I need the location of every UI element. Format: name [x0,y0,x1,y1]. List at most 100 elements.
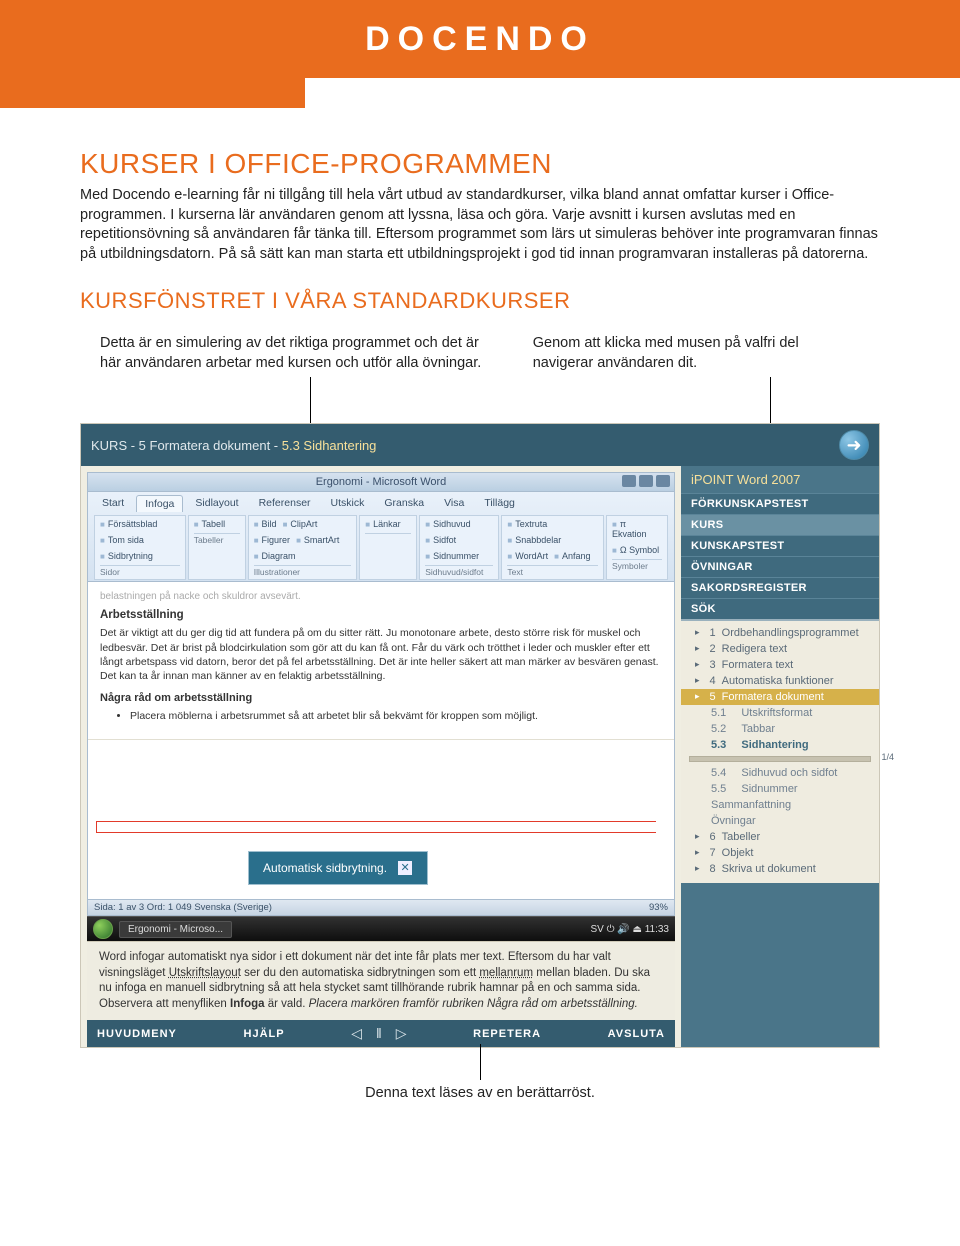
btn-anfang[interactable]: Anfang [554,551,590,561]
btn-smartart[interactable]: SmartArt [296,535,339,545]
forward-button[interactable]: ➜ [839,430,869,460]
footer-huvudmeny[interactable]: HUVUDMENY [97,1028,177,1040]
group-label-symboler: Symboler [612,559,662,571]
maximize-icon[interactable] [639,475,653,487]
tab-referenser[interactable]: Referenser [251,495,319,512]
pause-icon[interactable]: ‖ [376,1025,382,1042]
btn-figurer[interactable]: Figurer [254,535,290,545]
word-title-bar: Ergonomi - Microsoft Word [87,472,675,492]
rewind-icon[interactable]: ◁ [351,1025,362,1042]
tab-utskick[interactable]: Utskick [323,495,373,512]
tab-tillagg[interactable]: Tillägg [476,495,523,512]
underline-mellanrum: mellanrum [479,967,533,979]
nav-sub-54[interactable]: 5.4 Sidhuvud och sidfot [681,765,879,781]
tab-infoga[interactable]: Infoga [136,495,183,512]
taskbar-app[interactable]: Ergonomi - Microso... [119,921,232,938]
tooltip-close-icon[interactable]: ✕ [397,860,413,876]
nav-item-5[interactable]: 5Formatera dokument [681,689,879,705]
course-sidebar: iPOINT Word 2007 FÖRKUNSKAPSTEST KURS KU… [681,466,879,1047]
course-footer-bar: HUVUDMENY HJÄLP ◁ ‖ ▷ REPETERA AVSLUTA [87,1020,675,1047]
body-text: Med Docendo e-learning får ni tillgång t… [80,186,880,264]
btn-bild[interactable]: Bild [254,519,277,529]
windows-taskbar: Ergonomi - Microso... SV ⏻ 🔊 ⏏ 11:33 [87,916,675,941]
sub-title: KURSFÖNSTRET I VÅRA STANDARDKURSER [80,288,880,314]
nav-item-6[interactable]: 6Tabeller [681,829,879,845]
progress-bar [689,756,871,762]
start-orb-icon[interactable] [93,919,113,939]
btn-sidbrytning[interactable]: Sidbrytning [100,551,153,561]
menu-forkunskapstest[interactable]: FÖRKUNSKAPSTEST [681,493,879,514]
sidebar-brand: iPOINT Word 2007 [681,466,879,493]
doc-heading-2: Några råd om arbetsställning [100,691,662,706]
document-area[interactable]: belastningen på nacke och skuldror avsev… [87,582,675,900]
doc-heading-1: Arbetsställning [100,608,662,624]
leader-line-bottom [480,1044,481,1080]
group-label-illustrationer: Illustrationer [254,565,352,577]
btn-tom-sida[interactable]: Tom sida [100,535,144,545]
nav-item-3[interactable]: 3Formatera text [681,657,879,673]
nav-item-4[interactable]: 4Automatiska funktioner [681,673,879,689]
tab-granska[interactable]: Granska [376,495,432,512]
doc-paragraph-1: Det är viktigt att du ger dig tid att fu… [100,626,662,683]
btn-snabbdelar[interactable]: Snabbdelar [507,535,561,545]
group-sidhuvud: Sidhuvud Sidfot Sidnummer Sidhuvud/sidfo… [419,515,499,580]
course-body: Ergonomi - Microsoft Word Start Infoga S… [81,466,879,1047]
btn-sidfot[interactable]: Sidfot [425,535,456,545]
btn-diagram[interactable]: Diagram [254,551,296,561]
callouts-row: Detta är en simulering av det riktiga pr… [80,334,880,383]
group-illustrationer: Bild ClipArt Figurer SmartArt Diagram Il… [248,515,358,580]
footer-avsluta[interactable]: AVSLUTA [608,1028,665,1040]
btn-clipart[interactable]: ClipArt [283,519,318,529]
playback-controls: ◁ ‖ ▷ [351,1025,406,1042]
close-icon[interactable] [656,475,670,487]
btn-ekvation[interactable]: π Ekvation [612,519,662,539]
nav-sub-52[interactable]: 5.2 Tabbar [681,721,879,737]
btn-forsattsblad[interactable]: Försättsblad [100,519,157,529]
page-content: KURSER I OFFICE-PROGRAMMEN Med Docendo e… [0,108,960,1134]
play-icon[interactable]: ▷ [396,1025,407,1042]
nav-item-8[interactable]: 8Skriva ut dokument [681,861,879,877]
nav-item-1[interactable]: 1Ordbehandlingsprogrammet [681,625,879,641]
btn-textruta[interactable]: Textruta [507,519,547,529]
nav-sub-ovningar[interactable]: Övningar [681,813,879,829]
tab-visa[interactable]: Visa [436,495,472,512]
footer-repetera[interactable]: REPETERA [473,1028,541,1040]
nav-item-2[interactable]: 2Redigera text [681,641,879,657]
nav-sub-sammanfattning[interactable]: Sammanfattning [681,797,879,813]
tab-sidlayout[interactable]: Sidlayout [187,495,246,512]
btn-symbol[interactable]: Ω Symbol [612,545,659,555]
doc-bullet: Placera möblerna i arbetsrummet så att a… [130,709,662,723]
btn-wordart[interactable]: WordArt [507,551,548,561]
sidebar-nav: 1Ordbehandlingsprogrammet 2Redigera text… [681,619,879,883]
nav-sub-53[interactable]: 5.3 Sidhantering [681,737,879,753]
nav-sub-51[interactable]: 5.1 Utskriftsformat [681,705,879,721]
course-header: KURS - 5 Formatera dokument - 5.3 Sidhan… [81,424,879,466]
footer-hjalp[interactable]: HJÄLP [244,1028,285,1040]
menu-kurs[interactable]: KURS [681,514,879,535]
simulation-area[interactable]: Ergonomi - Microsoft Word Start Infoga S… [81,466,681,1047]
menu-ovningar[interactable]: ÖVNINGAR [681,556,879,577]
nav-item-7[interactable]: 7Objekt [681,845,879,861]
breadcrumb-current: 5.3 Sidhantering [282,438,377,453]
group-label-tabeller: Tabeller [194,533,240,545]
arrow-right-icon: ➜ [846,435,861,456]
btn-sidnummer[interactable]: Sidnummer [425,551,479,561]
btn-lankar[interactable]: Länkar [365,519,400,529]
btn-sidhuvud[interactable]: Sidhuvud [425,519,470,529]
group-sidor: Försättsblad Tom sida Sidbrytning Sidor [94,515,186,580]
nav-sub-55[interactable]: 5.5 Sidnummer [681,781,879,797]
doc-faded-line: belastningen på nacke och skuldror avsev… [100,590,662,604]
group-label-sidhuvud: Sidhuvud/sidfot [425,565,493,577]
group-text: Textruta Snabbdelar WordArt Anfang Text [501,515,604,580]
group-label-lankar [365,533,411,545]
btn-tabell[interactable]: Tabell [194,519,225,529]
breadcrumb-prefix: KURS - 5 Formatera dokument - [91,438,282,453]
menu-kunskapstest[interactable]: KUNSKAPSTEST [681,535,879,556]
menu-sakordsregister[interactable]: SAKORDSREGISTER [681,577,879,598]
accent-band [0,78,305,108]
menu-sok[interactable]: SÖK [681,598,879,619]
minimize-icon[interactable] [622,475,636,487]
callout-navigate: Genom att klicka med musen på valfri del… [533,334,860,373]
tab-start[interactable]: Start [94,495,132,512]
status-left: Sida: 1 av 3 Ord: 1 049 Svenska (Sverige… [94,902,272,913]
